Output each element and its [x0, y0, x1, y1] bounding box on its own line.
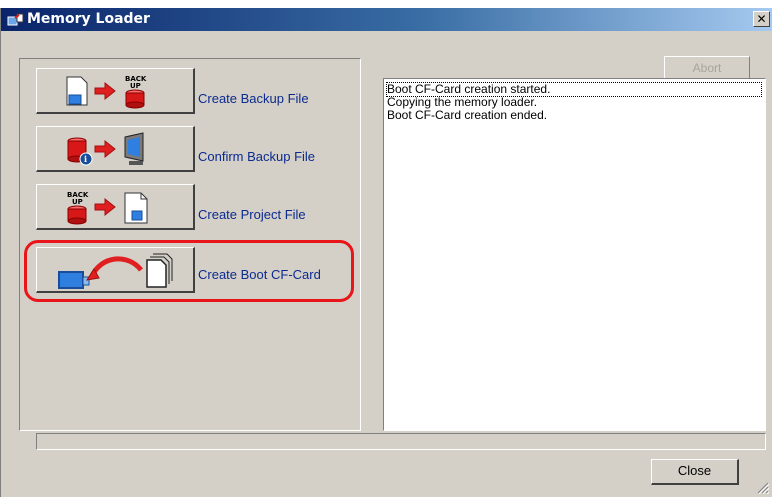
create-project-file-button[interactable]: BACK UP [36, 184, 195, 230]
svg-text:UP: UP [72, 198, 83, 206]
resize-grip-icon[interactable] [755, 480, 769, 494]
window-title: Memory Loader [27, 11, 150, 27]
close-window-button[interactable]: ✕ [753, 11, 770, 27]
svg-text:UP: UP [130, 82, 141, 90]
confirm-backup-file-button[interactable]: i [36, 126, 195, 172]
drum-to-monitor-icon: i [67, 132, 144, 166]
create-backup-file-button[interactable]: BACK UP [36, 68, 195, 114]
close-button[interactable]: Close [651, 459, 739, 485]
create-project-file-label: Create Project File [198, 207, 306, 222]
svg-text:i: i [84, 154, 87, 164]
abort-button[interactable]: Abort [664, 56, 750, 80]
log-line: Boot CF-Card creation ended. [387, 108, 548, 122]
memory-loader-window: Memory Loader ✕ BACK UP Create Backup Fi… [0, 8, 772, 497]
create-backup-file-label: Create Backup File [198, 91, 309, 106]
highlight-annotation [24, 240, 354, 302]
progress-bar [36, 433, 766, 450]
page-to-backup-drum-icon: BACK UP [66, 75, 147, 109]
backup-drum-to-page-icon: BACK UP [67, 191, 148, 225]
title-bar[interactable]: Memory Loader ✕ [1, 8, 772, 31]
app-icon [7, 13, 24, 26]
confirm-backup-file-label: Confirm Backup File [198, 149, 316, 164]
log-output-list[interactable]: Boot CF-Card creation started. Copying t… [383, 78, 766, 431]
